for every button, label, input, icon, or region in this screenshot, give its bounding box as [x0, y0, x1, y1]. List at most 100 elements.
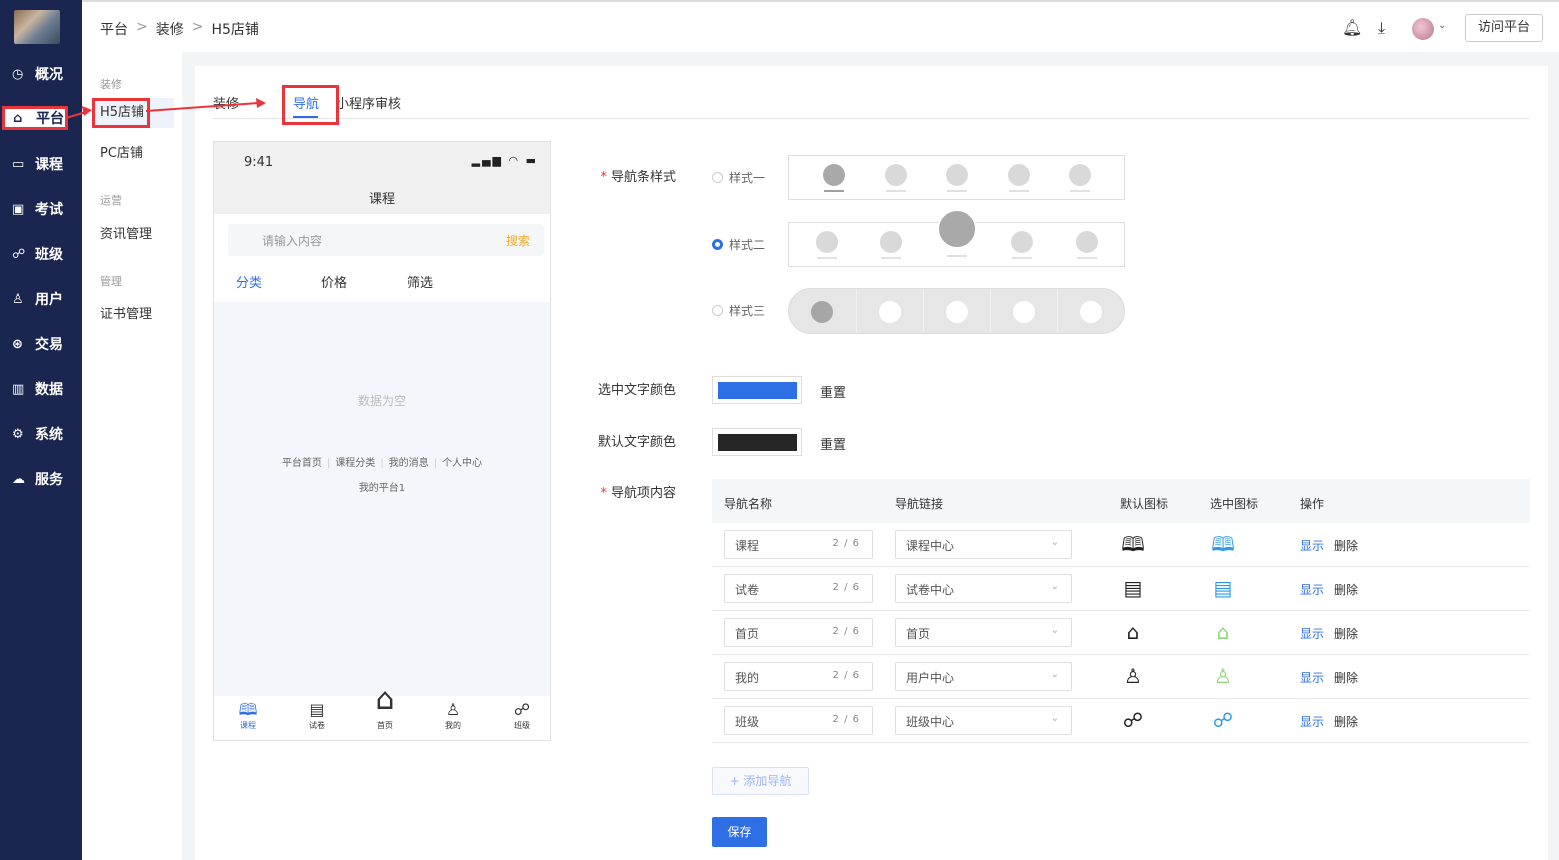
show-button[interactable]: 显示 — [1300, 537, 1324, 554]
column-header: 默认图标 — [1120, 497, 1169, 511]
delete-button[interactable]: 删除 — [1334, 713, 1358, 730]
show-button[interactable]: 显示 — [1300, 713, 1324, 730]
radio-style-3[interactable]: 样式三 — [712, 302, 765, 319]
active-color-picker[interactable] — [712, 376, 802, 404]
default-icon[interactable]: ▤ — [1120, 576, 1146, 600]
home-icon: ⌂ — [375, 682, 395, 717]
breadcrumb-platform[interactable]: 平台 — [100, 19, 128, 39]
default-icon[interactable]: ♙ — [1120, 664, 1146, 688]
footer-link-category[interactable]: 课程分类 — [335, 458, 375, 469]
nav-link-select[interactable]: 课程中心 ⌄ — [895, 530, 1072, 559]
delete-button[interactable]: 删除 — [1334, 669, 1358, 686]
delete-button[interactable]: 删除 — [1334, 581, 1358, 598]
delete-button[interactable]: 删除 — [1334, 537, 1358, 554]
nav-link-select[interactable]: 首页 ⌄ — [895, 618, 1072, 647]
sidebar-item-service[interactable]: ☁ 服务 — [0, 464, 82, 494]
phone-tab-class[interactable]: ☍ 班级 — [502, 700, 542, 731]
style-1-preview[interactable] — [788, 155, 1125, 200]
char-counter: 2 / 6 — [832, 626, 860, 637]
filter-filter[interactable]: 筛选 — [407, 272, 433, 291]
radio-style-1[interactable]: 样式一 — [712, 169, 765, 186]
save-button[interactable]: 保存 — [712, 817, 767, 847]
reset-active-color-button[interactable]: 重置 — [820, 382, 846, 401]
style-3-preview[interactable] — [788, 288, 1125, 334]
group-icon: ☍ — [12, 246, 26, 262]
phone-search-button[interactable]: 搜索 — [506, 232, 530, 249]
radio-style-2[interactable]: 样式二 — [712, 236, 765, 253]
table-row: 试卷 2 / 6 试卷中心 ⌄ ▤ ▤ 显示 删除 — [712, 567, 1530, 611]
phone-search-input[interactable]: 请输入内容 搜索 — [228, 224, 544, 256]
default-icon[interactable]: ☍ — [1120, 708, 1146, 732]
service-icon: ☁ — [12, 471, 25, 487]
subnav-group-ops: 运营 — [100, 194, 122, 207]
style-dot-raised — [937, 209, 977, 249]
nav-link-select[interactable]: 班级中心 ⌄ — [895, 706, 1072, 735]
nav-name-input[interactable]: 课程 2 / 6 — [724, 530, 873, 559]
sidebar-item-platform[interactable]: ⌂ 平台 — [2, 106, 68, 130]
char-counter: 2 / 6 — [832, 714, 860, 725]
footer-link-home[interactable]: 平台首页 — [282, 458, 322, 469]
active-icon[interactable]: ⌂ — [1210, 620, 1236, 644]
active-icon[interactable]: ☍ — [1210, 708, 1236, 732]
subnav-item-news[interactable]: 资讯管理 — [100, 223, 152, 242]
chevron-down-icon[interactable]: ⌄ — [1438, 20, 1446, 31]
show-button[interactable]: 显示 — [1300, 625, 1324, 642]
active-icon[interactable]: 🕮 — [1210, 532, 1236, 556]
nav-items-label: * 导航项内容 — [600, 486, 676, 501]
download-icon[interactable]: ⤓ — [1378, 18, 1385, 38]
sidebar-item-data[interactable]: ▥ 数据 — [0, 374, 82, 404]
style-2-preview[interactable] — [788, 209, 1125, 267]
filter-category[interactable]: 分类 — [236, 272, 262, 291]
phone-tab-mine[interactable]: ♙ 我的 — [433, 700, 473, 731]
visit-platform-button[interactable]: 访问平台 — [1465, 14, 1543, 42]
nav-name-input[interactable]: 试卷 2 / 6 — [724, 574, 873, 603]
sidebar-item-label: 班级 — [35, 247, 63, 263]
nav-name-input[interactable]: 班级 2 / 6 — [724, 706, 873, 735]
nav-link-select[interactable]: 用户中心 ⌄ — [895, 662, 1072, 691]
sidebar-item-trade[interactable]: ⊛ 交易 — [0, 329, 82, 359]
nav-name-input[interactable]: 首页 2 / 6 — [724, 618, 873, 647]
chevron-down-icon: ⌄ — [1050, 625, 1059, 636]
subnav-item-cert[interactable]: 证书管理 — [100, 303, 152, 322]
nav-link-select[interactable]: 试卷中心 ⌄ — [895, 574, 1072, 603]
breadcrumb-decorate[interactable]: 装修 — [156, 19, 184, 39]
filter-price[interactable]: 价格 — [321, 272, 347, 291]
show-button[interactable]: 显示 — [1300, 581, 1324, 598]
subnav-item-h5-shop[interactable]: H5店铺 — [92, 98, 174, 128]
footer-link-messages[interactable]: 我的消息 — [389, 458, 429, 469]
subnav-item-pc-shop[interactable]: PC店铺 — [100, 142, 143, 161]
phone-tabbar: 🕮 课程 ▤ 试卷 ⌂ 首页 ♙ 我的 ☍ 班级 — [214, 682, 550, 740]
nav-name-value: 试卷 — [735, 583, 760, 597]
phone-tab-paper[interactable]: ▤ 试卷 — [297, 700, 337, 731]
phone-tab-home[interactable]: ⌂ 首页 — [365, 680, 405, 731]
default-icon[interactable]: ⌂ — [1120, 620, 1146, 644]
sidebar-item-class[interactable]: ☍ 班级 — [0, 239, 82, 269]
bell-icon[interactable]: 🔔︎ — [1342, 18, 1362, 37]
default-icon[interactable]: 🕮 — [1120, 532, 1146, 556]
delete-button[interactable]: 删除 — [1334, 625, 1358, 642]
phone-tab-course[interactable]: 🕮 课程 — [228, 700, 268, 731]
top-header: 平台 > 装修 > H5店铺 🔔︎ ⤓ ⌄ 访问平台 — [82, 0, 1559, 52]
add-nav-button[interactable]: + 添加导航 — [712, 767, 809, 795]
default-color-picker[interactable] — [712, 428, 802, 456]
phone-time: 9:41 — [244, 155, 274, 170]
user-avatar[interactable] — [1412, 18, 1434, 40]
active-icon[interactable]: ♙ — [1210, 664, 1236, 688]
nav-link-value: 试卷中心 — [906, 583, 955, 597]
style-dot — [1069, 164, 1091, 186]
footer-link-profile[interactable]: 个人中心 — [442, 458, 482, 469]
tab-miniprogram-review[interactable]: 小程序审核 — [336, 93, 401, 112]
active-icon[interactable]: ▤ — [1210, 576, 1236, 600]
reset-default-color-button[interactable]: 重置 — [820, 434, 846, 453]
nav-name-input[interactable]: 我的 2 / 6 — [724, 662, 873, 691]
logo-avatar[interactable] — [14, 10, 60, 44]
sidebar-item-overview[interactable]: ◷ 概况 — [0, 59, 82, 89]
book-icon: 🕮 — [238, 700, 258, 719]
table-row: 班级 2 / 6 班级中心 ⌄ ☍ ☍ 显示 删除 — [712, 699, 1530, 743]
sidebar-item-system[interactable]: ⚙ 系统 — [0, 419, 82, 449]
sidebar-item-user[interactable]: ♙ 用户 — [0, 284, 82, 314]
sidebar-item-exam[interactable]: ▣ 考试 — [0, 194, 82, 224]
tab-decorate[interactable]: 装修 — [213, 93, 239, 112]
show-button[interactable]: 显示 — [1300, 669, 1324, 686]
sidebar-item-course[interactable]: ▭ 课程 — [0, 149, 82, 179]
